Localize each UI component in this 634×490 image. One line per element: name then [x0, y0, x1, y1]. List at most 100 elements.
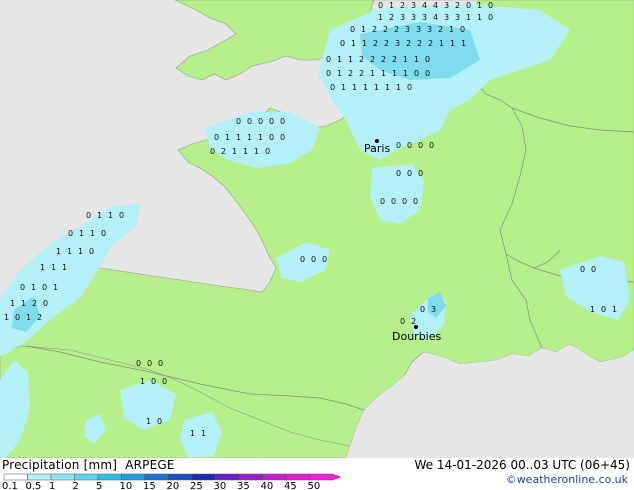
scale-label: 1 — [49, 481, 55, 490]
precip-digit: 1 — [146, 417, 151, 426]
precip-digit: 0 — [20, 283, 25, 292]
precip-digit: 3 — [411, 13, 416, 22]
precip-digit: 1 — [612, 305, 617, 314]
scale-swatch — [262, 473, 287, 481]
precip-digit: 1 — [40, 263, 45, 272]
precip-digit: 0 — [340, 39, 345, 48]
precip-digit: 2 — [32, 299, 37, 308]
precip-digit: 1 — [352, 83, 357, 92]
precip-digit: 1 — [461, 39, 466, 48]
precip-digit: 1 — [337, 55, 342, 64]
precip-digit: 1 — [140, 377, 145, 386]
precip-digit: 2 — [417, 39, 422, 48]
precip-digit: 2 — [348, 69, 353, 78]
scale-swatch — [309, 473, 334, 481]
precip-digit: 0 — [89, 247, 94, 256]
precip-digit: 1 — [392, 69, 397, 78]
precip-digit: 1 — [201, 429, 206, 438]
precip-digit: 0 — [425, 69, 430, 78]
precip-digit: 1 — [232, 147, 237, 156]
precip-digit: 2 — [384, 39, 389, 48]
forecast-time: We 14-01-2026 00..03 UTC (06+45) — [414, 458, 630, 472]
precip-digit: 0 — [350, 25, 355, 34]
precip-digit: 2 — [428, 39, 433, 48]
precip-digit: 1 — [351, 39, 356, 48]
precip-digit: 3 — [431, 305, 436, 314]
precip-digit: 2 — [411, 317, 416, 326]
precip-digit: 2 — [394, 25, 399, 34]
scale-label: 0.1 — [2, 481, 18, 490]
precip-digit: 0 — [418, 141, 423, 150]
precip-digit: 0 — [488, 13, 493, 22]
precip-digit: 1 — [10, 299, 15, 308]
precip-digit: 1 — [190, 429, 195, 438]
precip-digit: 0 — [157, 417, 162, 426]
precip-digit: 0 — [322, 255, 327, 264]
scale-label: 5 — [96, 481, 102, 490]
precip-digit: 2 — [370, 55, 375, 64]
precip-digit: 1 — [90, 229, 95, 238]
precip-digit: 0 — [580, 265, 585, 274]
precip-digit: 0 — [68, 229, 73, 238]
scale-swatch — [168, 473, 193, 481]
precip-digit: 0 — [269, 133, 274, 142]
precip-digit: 0 — [42, 283, 47, 292]
scale-label: 10 — [120, 481, 133, 490]
color-scale: 0.1 0.5 1 2 5 10 15 20 25 30 35 40 45 50 — [2, 473, 340, 490]
precip-digit: 1 — [385, 83, 390, 92]
scale-swatch — [285, 473, 310, 481]
precip-digit: 1 — [414, 55, 419, 64]
precip-digit: 1 — [51, 263, 56, 272]
precip-digit: 0 — [43, 299, 48, 308]
precip-digit: 0 — [460, 25, 465, 34]
credit-link[interactable]: ©weatheronline.co.uk — [506, 473, 628, 486]
precip-digit: 1 — [67, 247, 72, 256]
city-paris: Paris — [364, 139, 390, 155]
precip-digit: 1 — [62, 263, 67, 272]
precip-digit: 0 — [119, 211, 124, 220]
precip-digit: 0 — [258, 117, 263, 126]
precip-digit: 0 — [425, 55, 430, 64]
precip-digit: 0 — [326, 69, 331, 78]
precip-digit: 0 — [396, 169, 401, 178]
precip-digit: 2 — [37, 313, 42, 322]
precip-digit: 1 — [389, 1, 394, 10]
precip-digit: 4 — [433, 1, 438, 10]
precip-digit: 1 — [337, 69, 342, 78]
precip-digit: 0 — [269, 117, 274, 126]
scale-swatch — [238, 473, 263, 481]
precip-digit: 1 — [236, 133, 241, 142]
precip-digit: 0 — [158, 359, 163, 368]
precip-digit: 0 — [407, 169, 412, 178]
precip-digit: 1 — [363, 83, 368, 92]
precip-digit: 3 — [400, 13, 405, 22]
precip-digit: 0 — [413, 197, 418, 206]
precip-digit: 0 — [151, 377, 156, 386]
scale-label: 20 — [167, 481, 180, 490]
precip-digit: 0 — [86, 211, 91, 220]
precip-digit: 3 — [411, 1, 416, 10]
precip-digit: 0 — [311, 255, 316, 264]
precip-digit: 0 — [407, 83, 412, 92]
precip-digit: 2 — [359, 55, 364, 64]
precip-digit: 1 — [108, 211, 113, 220]
precip-digit: 0 — [247, 117, 252, 126]
precip-digit: 0 — [466, 1, 471, 10]
precip-digit: 2 — [438, 25, 443, 34]
precip-digit: 4 — [422, 1, 427, 10]
precip-digit: 1 — [4, 313, 9, 322]
precip-digit: 2 — [372, 25, 377, 34]
precip-digit: 1 — [348, 55, 353, 64]
precip-digit: 1 — [243, 147, 248, 156]
precip-digit: 0 — [101, 229, 106, 238]
precip-digit: 1 — [341, 83, 346, 92]
precip-digit: 0 — [162, 377, 167, 386]
precip-digit: 2 — [381, 55, 386, 64]
precip-digit: 0 — [420, 305, 425, 314]
scale-label: 45 — [284, 481, 297, 490]
precip-digit: 1 — [466, 13, 471, 22]
precip-digit: 2 — [373, 39, 378, 48]
precip-digit: 3 — [444, 1, 449, 10]
precip-digit: 1 — [439, 39, 444, 48]
precip-digit: 2 — [400, 1, 405, 10]
